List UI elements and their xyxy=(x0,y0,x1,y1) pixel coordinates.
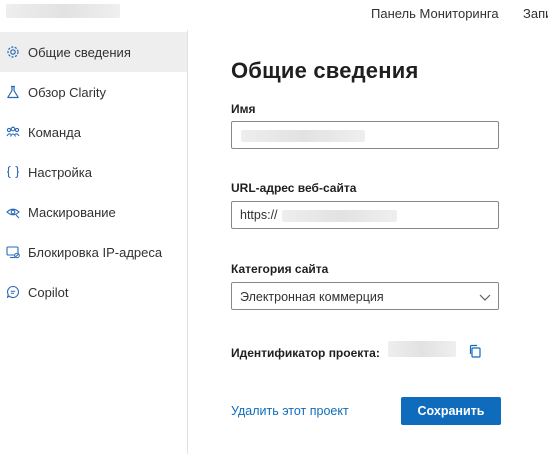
gear-icon xyxy=(6,45,20,59)
url-value: https:// xyxy=(240,208,278,222)
sidebar: Общие сведения Обзор Clarity Команда Нас… xyxy=(0,30,188,454)
sidebar-item-label: Обзор Clarity xyxy=(28,84,106,100)
chat-icon xyxy=(6,285,20,299)
ip-block-icon xyxy=(6,245,20,259)
sidebar-item-copilot[interactable]: Copilot xyxy=(0,272,187,312)
save-button[interactable]: Сохранить xyxy=(401,397,501,425)
name-field[interactable] xyxy=(231,121,499,149)
category-value: Электронная коммерция xyxy=(240,290,384,304)
settings-panel: Общие сведения Имя URL-адрес веб-сайта h… xyxy=(188,30,548,454)
sidebar-item-label: Блокировка IP-адреса xyxy=(28,244,163,260)
sidebar-item-label: Copilot xyxy=(28,284,69,300)
url-label: URL-адрес веб-сайта xyxy=(231,181,357,195)
name-label: Имя xyxy=(231,102,256,116)
redacted-url xyxy=(282,210,397,222)
sidebar-item-clarity-review[interactable]: Обзор Clarity xyxy=(0,72,187,112)
redacted-name xyxy=(241,130,365,142)
sidebar-item-label: Команда xyxy=(28,124,81,140)
recordings-link[interactable]: Запи xyxy=(523,6,548,21)
top-bar: Панель Мониторинга Запи xyxy=(0,0,548,30)
team-icon xyxy=(6,125,20,139)
delete-project-link[interactable]: Удалить этот проект xyxy=(231,404,349,418)
sidebar-item-masking[interactable]: Маскирование xyxy=(0,192,187,232)
sidebar-item-overview[interactable]: Общие сведения xyxy=(0,32,187,72)
redacted-project-id xyxy=(388,341,456,357)
sidebar-item-label: Общие сведения xyxy=(28,44,131,60)
sidebar-item-ip-blocking[interactable]: Блокировка IP-адреса xyxy=(0,232,187,272)
dashboard-link[interactable]: Панель Мониторинга xyxy=(371,6,499,21)
code-braces-icon xyxy=(6,165,20,179)
sidebar-item-label: Настройка xyxy=(28,164,92,180)
redacted-project-name xyxy=(6,4,120,18)
sidebar-item-team[interactable]: Команда xyxy=(0,112,187,152)
flask-icon xyxy=(6,85,20,99)
copy-icon[interactable] xyxy=(468,344,482,358)
project-id-label: Идентификатор проекта: xyxy=(231,346,380,360)
sidebar-item-label: Маскирование xyxy=(28,204,116,220)
site-category-select[interactable]: Электронная коммерция xyxy=(231,282,499,310)
page-title: Общие сведения xyxy=(231,58,419,83)
website-url-field[interactable]: https:// xyxy=(231,201,499,229)
category-label: Категория сайта xyxy=(231,262,329,276)
eye-mask-icon xyxy=(6,205,20,219)
chevron-down-icon xyxy=(479,290,491,302)
sidebar-item-setup[interactable]: Настройка xyxy=(0,152,187,192)
